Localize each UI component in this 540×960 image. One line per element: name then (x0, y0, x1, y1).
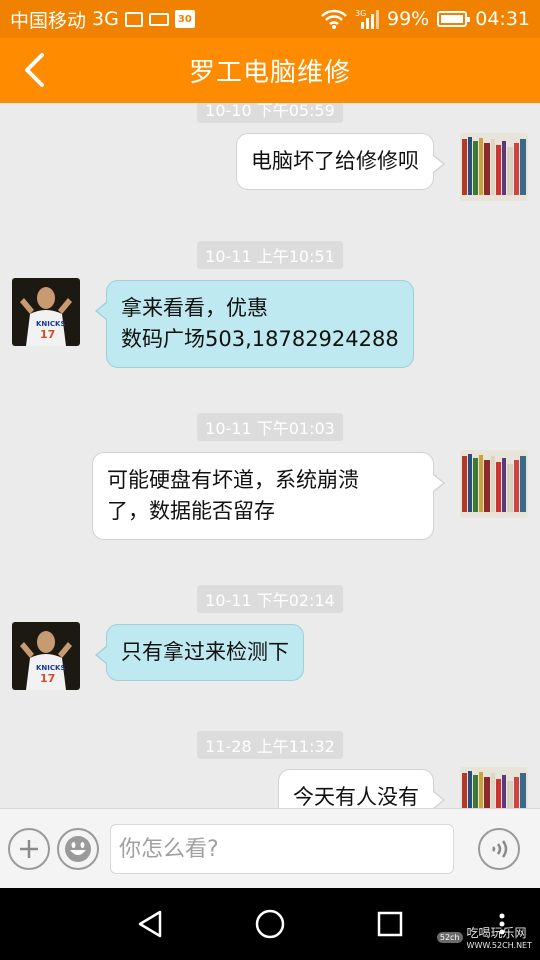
watermark-logo: 52ch (436, 931, 463, 943)
incoming-message[interactable]: 拿来看看，优惠 数码广场503,18782924288 (95, 280, 414, 368)
nav-home-button[interactable] (248, 902, 292, 946)
svg-text:17: 17 (40, 328, 55, 341)
message-timestamp: 10-10 下午05:59 (197, 103, 343, 123)
message-timestamp: 11-28 上午11:32 (197, 731, 343, 759)
message-timestamp: 10-11 下午02:14 (197, 585, 343, 613)
svg-text:KNICKS: KNICKS (36, 320, 66, 328)
battery-percent: 99% (387, 8, 430, 30)
back-button[interactable] (14, 50, 54, 90)
header-bar: 罗工电脑维修 (0, 38, 540, 103)
message-line: 数码广场503,18782924288 (121, 327, 399, 351)
system-nav-bar: 52ch 吃喝玩乐网 WWW.52CH.NET (0, 888, 540, 960)
watermark: 52ch 吃喝玩乐网 WWW.52CH.NET (436, 924, 532, 950)
chevron-left-icon (25, 53, 44, 87)
battery-icon (437, 11, 471, 27)
outgoing-message[interactable]: 今天有人没有 (278, 769, 445, 808)
signal-icon: 3G (355, 8, 379, 30)
recents-square-icon (377, 911, 403, 937)
chat-area[interactable]: 10-10 下午05:59 电脑坏了给修修呗 10-11 上午10:51 KNI… (0, 103, 540, 808)
my-avatar[interactable] (460, 133, 528, 201)
message-timestamp: 10-11 上午10:51 (197, 241, 343, 269)
incoming-message[interactable]: 只有拿过来检测下 (95, 624, 304, 681)
outgoing-message[interactable]: 电脑坏了给修修呗 (236, 133, 445, 190)
nav-back-button[interactable] (128, 902, 172, 946)
contact-avatar[interactable]: KNICKS 17 (12, 278, 80, 346)
add-button[interactable] (8, 828, 50, 870)
keyboard-icon (148, 12, 169, 26)
message-timestamp: 10-11 下午01:03 (197, 413, 343, 441)
network-label: 3G (92, 8, 119, 30)
message-input[interactable] (110, 824, 454, 874)
status-bar: 中国移动 3G 30 3G 99% 04:31 (0, 0, 540, 38)
wifi-icon (321, 9, 347, 29)
voice-button[interactable] (478, 828, 520, 870)
input-bar (0, 808, 540, 888)
watermark-url: WWW.52CH.NET (466, 941, 532, 950)
message-line: 可能硬盘有坏道，系统崩溃 (107, 468, 359, 492)
plus-icon (20, 840, 38, 858)
my-avatar[interactable] (460, 450, 528, 518)
message-line: 拿来看看，优惠 (121, 296, 268, 320)
home-circle-icon (255, 909, 285, 939)
watermark-text: 吃喝玩乐网 (466, 926, 527, 940)
calendar-icon: 30 (174, 10, 195, 28)
contact-avatar[interactable]: KNICKS 17 (12, 622, 80, 690)
back-triangle-icon (138, 910, 162, 938)
gallery-icon (124, 11, 143, 27)
svg-text:KNICKS: KNICKS (36, 664, 66, 672)
voice-icon (492, 840, 508, 858)
svg-text:3G: 3G (355, 9, 366, 18)
clock: 04:31 (475, 8, 530, 30)
emoji-button[interactable] (57, 828, 99, 870)
outgoing-message[interactable]: 可能硬盘有坏道，系统崩溃 了，数据能否留存 (92, 452, 445, 540)
emoji-icon (65, 836, 91, 862)
nav-recents-button[interactable] (368, 902, 412, 946)
carrier-label: 中国移动 (10, 9, 87, 32)
message-line: 了，数据能否留存 (107, 499, 275, 523)
svg-text:17: 17 (40, 672, 55, 685)
my-avatar[interactable] (460, 767, 528, 808)
page-title: 罗工电脑维修 (188, 58, 351, 88)
